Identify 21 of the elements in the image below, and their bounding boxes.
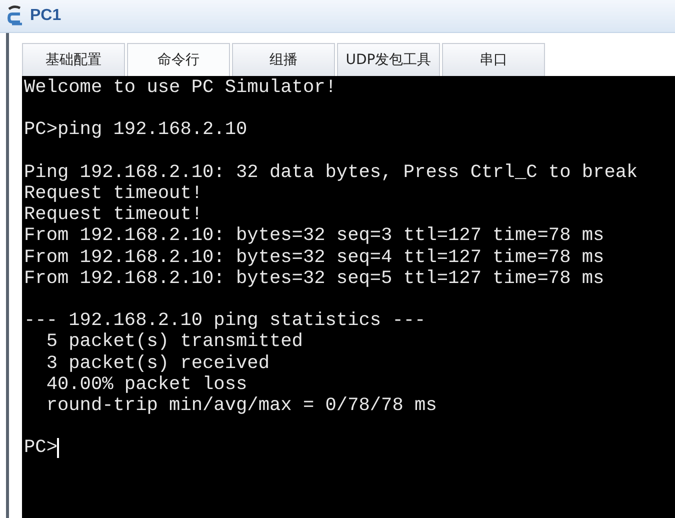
window-title: PC1: [30, 6, 62, 26]
console-prompt: PC>: [24, 437, 58, 459]
console-line: 40.00% packet loss: [45, 374, 248, 395]
console-line: Request timeout!: [24, 182, 203, 204]
terminal-console[interactable]: [22, 76, 675, 518]
console-line: From 192.168.2.10: bytes=32 seq=3 ttl=127 time=78 ms: [24, 225, 604, 247]
console-line: From 192.168.2.10: bytes=32 seq=4 ttl=127 time=78 ms: [24, 246, 604, 268]
console-line: From 192.168.2.10: bytes=32 seq=5 ttl=127 time=78 ms: [24, 268, 604, 289]
console-line: Welcome to use PC Simulator!: [24, 77, 336, 98]
console-line: PC>ping 192.168.2.10: [24, 119, 248, 141]
console-line: Request timeout!: [24, 204, 203, 226]
tab[interactable]: 组播: [232, 43, 335, 76]
tab[interactable]: UDP发包工具: [337, 43, 440, 76]
tab[interactable]: 串口: [442, 43, 545, 76]
console-line: --- 192.168.2.10 ping statistics ---: [24, 310, 426, 332]
tab[interactable]: 基础配置: [22, 43, 125, 76]
console-line: 3 packet(s) received: [45, 352, 270, 374]
console-line: round-trip min/avg/max = 0/78/78 ms: [45, 395, 437, 416]
console-line: Ping 192.168.2.10: 32 data bytes, Press Ctrl_C to break: [24, 162, 638, 183]
console-line: 5 packet(s) transmitted: [45, 331, 303, 353]
tab[interactable]: 命令行: [127, 43, 230, 76]
